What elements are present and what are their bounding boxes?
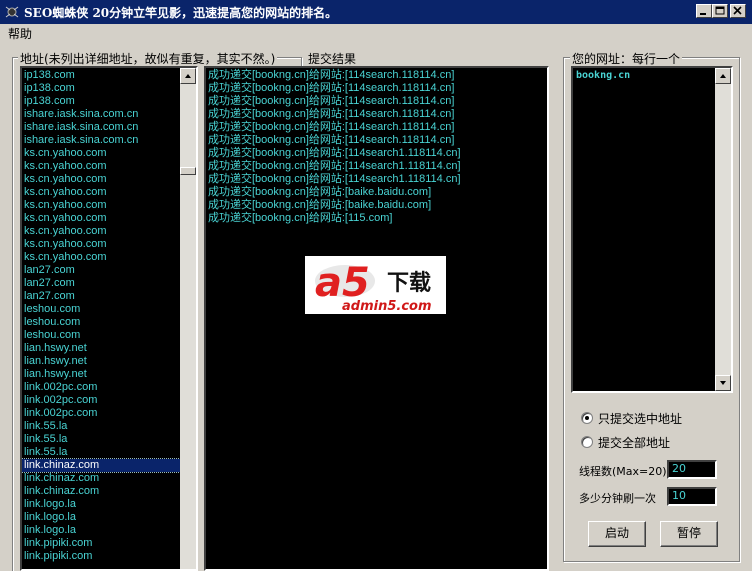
result-group-label: 提交结果 [306,50,359,67]
address-list-item[interactable]: link.pipiki.com [22,550,180,563]
triangle-up-icon [185,74,191,78]
address-list-item[interactable]: link.chinaz.com [22,485,180,498]
address-list-item[interactable]: link.002pc.com [22,407,180,420]
address-list-item[interactable]: lian.hswy.net [22,355,180,368]
address-list-item[interactable]: link.logo.la [22,511,180,524]
result-line: 成功递交[bookng.cn]给网站:[114search.118114.cn] [208,95,455,107]
address-list-items: ip138.com ip138.com ip138.com ishare.iask.s… [22,69,181,563]
result-line: 成功递交[bookng.cn]给网站:[114search.118114.cn] [208,108,455,120]
address-list-item[interactable]: link.pipiki.com [22,537,180,550]
address-list-item[interactable]: ks.cn.yahoo.com [22,160,180,173]
result-line: 成功递交[bookng.cn]给网站:[114search.118114.cn] [208,82,455,94]
result-line: 成功递交[bookng.cn]给网站:[115.com] [208,212,393,224]
address-list-item[interactable]: ishare.iask.sina.com.cn [22,108,180,121]
address-list-item[interactable]: ks.cn.yahoo.com [22,212,180,225]
result-line: 成功递交[bookng.cn]给网站:[114search1.118114.cn… [208,147,461,159]
result-line: 成功递交[bookng.cn]给网站:[baike.baidu.com] [208,186,432,198]
address-list-item[interactable]: ks.cn.yahoo.com [22,225,180,238]
maximize-icon [715,6,725,15]
address-list-item[interactable]: ks.cn.yahoo.com [22,238,180,251]
scroll-thumb[interactable] [180,167,196,175]
address-listbox[interactable]: ip138.com ip138.com ip138.com ishare.iask.s… [20,66,198,571]
address-list-item[interactable]: link.002pc.com [22,381,180,394]
result-line: 成功递交[bookng.cn]给网站:[114search1.118114.cn… [208,160,461,172]
address-list-item[interactable]: leshou.com [22,316,180,329]
address-list-item[interactable]: ks.cn.yahoo.com [22,186,180,199]
myurl-group-label: 您的网址：每行一个 [570,50,683,67]
address-list-item[interactable]: link.002pc.com [22,394,180,407]
radio-submit-selected[interactable] [581,412,593,424]
address-list-item[interactable]: link.chinaz.com [22,472,180,485]
address-list-item[interactable]: leshou.com [22,329,180,342]
refresh-label: 多少分钟刷一次 [579,492,656,505]
radio-submit-selected-label[interactable]: 只提交选中地址 [598,410,682,427]
result-line: 成功递交[bookng.cn]给网站:[114search.118114.cn] [208,121,455,133]
address-list-item[interactable]: lian.hswy.net [22,342,180,355]
result-line: 成功递交[bookng.cn]给网站:[baike.baidu.com] [208,199,432,211]
menu-bar: 帮助 [0,24,752,42]
minimize-icon [700,13,706,15]
address-list-item[interactable]: link.logo.la [22,524,180,537]
triangle-up-icon [720,74,726,78]
radio-submit-all-label[interactable]: 提交全部地址 [598,434,670,451]
start-button[interactable]: 启动 [588,521,646,547]
address-list-item[interactable]: leshou.com [22,303,180,316]
result-line: 成功递交[bookng.cn]给网站:[114search1.118114.cn… [208,173,461,185]
menu-help[interactable]: 帮助 [8,25,32,42]
triangle-down-icon [720,381,726,385]
my-url-textbox[interactable]: bookng.cn [571,66,733,393]
a5-logo-icon: a5 下载 admin5.com [315,260,432,314]
address-list-item[interactable]: ks.cn.yahoo.com [22,199,180,212]
pause-button[interactable]: 暂停 [660,521,718,547]
result-line: 成功递交[bookng.cn]给网站:[114search.118114.cn] [208,134,455,146]
address-list-item[interactable]: link.55.la [22,446,180,459]
address-list-item[interactable]: ishare.iask.sina.com.cn [22,134,180,147]
address-group-label: 地址(未列出详细地址，故似有重复，其实不然。) [18,50,278,67]
result-textbox[interactable]: 成功递交[bookng.cn]给网站:[114search.118114.cn]… [204,66,549,571]
result-line: 成功递交[bookng.cn]给网站:[114search.118114.cn] [208,69,455,81]
scroll-up-button[interactable] [180,68,196,84]
address-list-item[interactable]: link.logo.la [22,498,180,511]
radio-submit-all[interactable] [581,436,593,448]
address-scrollbar[interactable] [180,68,196,569]
address-list-item[interactable]: ip138.com [22,69,180,82]
address-list-item[interactable]: ip138.com [22,82,180,95]
address-list-item[interactable]: lan27.com [22,290,180,303]
result-lines: 成功递交[bookng.cn]给网站:[114search.118114.cn]… [206,69,547,225]
title-bar: SEO蜘蛛侠 20分钟立竿见影，迅速提高您的网站的排名。 [0,0,752,24]
a5-watermark-logo: a5 下载 admin5.com [305,256,446,314]
close-icon [733,6,742,15]
scroll-down-button[interactable] [715,375,731,391]
address-list-item[interactable]: link.55.la [22,420,180,433]
address-list-item[interactable]: link.chinaz.com [22,458,181,473]
my-url-text: bookng.cn [576,70,631,81]
address-list-item[interactable]: ks.cn.yahoo.com [22,173,180,186]
refresh-minutes-input[interactable]: 10 [667,487,717,506]
watermark-sub-text: 下载 [387,270,431,296]
address-list-item[interactable]: lan27.com [22,277,180,290]
window-title: SEO蜘蛛侠 20分钟立竿见影，迅速提高您的网站的排名。 [24,6,338,20]
address-list-item[interactable]: link.55.la [22,433,180,446]
address-list-item[interactable]: ishare.iask.sina.com.cn [22,121,180,134]
address-list-item[interactable]: ks.cn.yahoo.com [22,251,180,264]
address-list-item[interactable]: lian.hswy.net [22,368,180,381]
minimize-button[interactable] [696,4,712,18]
my-url-scrollbar[interactable] [715,68,731,391]
close-button[interactable] [730,4,746,18]
scroll-up-button[interactable] [715,68,731,84]
address-list-item[interactable]: ip138.com [22,95,180,108]
address-list-item[interactable]: lan27.com [22,264,180,277]
maximize-button[interactable] [712,4,728,18]
threads-label: 线程数(Max=20): [579,465,671,478]
address-list-item[interactable]: ks.cn.yahoo.com [22,147,180,160]
watermark-url-text: admin5.com [342,299,432,314]
threads-input[interactable]: 20 [667,460,717,479]
spider-app-icon [5,6,19,18]
